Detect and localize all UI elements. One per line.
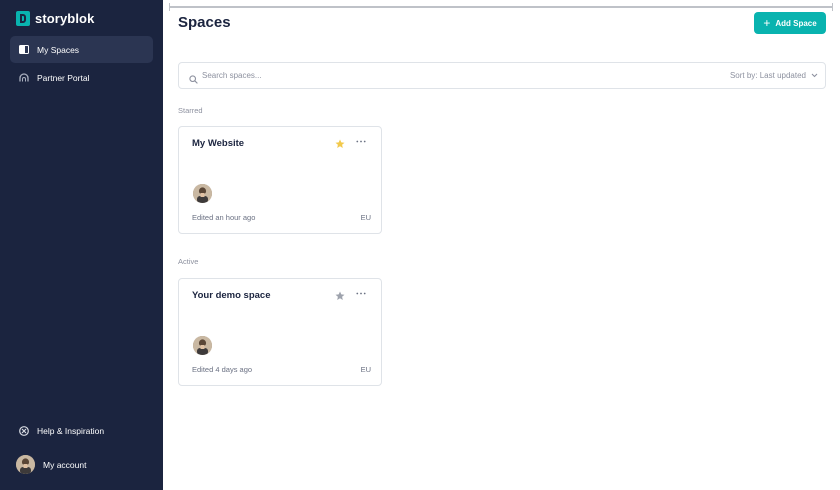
more-options-icon[interactable] bbox=[356, 136, 366, 145]
avatar bbox=[193, 184, 212, 203]
add-space-button[interactable]: + Add Space bbox=[754, 12, 826, 34]
star-icon[interactable] bbox=[335, 139, 345, 152]
space-card-region: EU bbox=[360, 365, 371, 374]
sort-dropdown[interactable]: Sort by: Last updated bbox=[730, 71, 818, 80]
space-card-title: My Website bbox=[192, 138, 245, 149]
sidebar-item-my-account[interactable]: My account bbox=[16, 455, 86, 474]
section-label-starred: Starred bbox=[178, 106, 203, 115]
more-options-icon[interactable] bbox=[356, 288, 366, 297]
space-card[interactable]: Your demo space Edited 4 days ago EU bbox=[178, 278, 382, 386]
storyblok-logo-icon bbox=[16, 10, 30, 26]
add-space-label: Add Space bbox=[775, 18, 817, 28]
space-card-edited: Edited an hour ago bbox=[192, 213, 256, 222]
sidebar-item-label: My account bbox=[43, 459, 87, 470]
search-bar: Sort by: Last updated bbox=[178, 62, 826, 89]
space-card[interactable]: My Website Edited an hour ago EU bbox=[178, 126, 382, 234]
sort-label: Sort by: Last updated bbox=[729, 71, 806, 80]
page-title: Spaces bbox=[178, 14, 231, 31]
space-card-edited: Edited 4 days ago bbox=[192, 365, 253, 374]
avatar bbox=[16, 455, 35, 474]
sidebar-item-label: My Spaces bbox=[37, 44, 80, 55]
sidebar-item-partner-portal[interactable]: Partner Portal bbox=[10, 64, 153, 91]
resize-handle[interactable] bbox=[169, 3, 833, 11]
search-input[interactable] bbox=[202, 71, 622, 80]
partner-portal-icon bbox=[19, 73, 29, 83]
sidebar-item-my-spaces[interactable]: My Spaces bbox=[10, 36, 153, 63]
sidebar-item-label: Partner Portal bbox=[37, 72, 90, 83]
spaces-icon bbox=[19, 45, 29, 55]
plus-icon: + bbox=[763, 16, 771, 30]
search-icon bbox=[189, 71, 198, 84]
space-card-title: Your demo space bbox=[192, 290, 271, 301]
avatar bbox=[193, 336, 212, 355]
space-card-region: EU bbox=[360, 213, 371, 222]
storyblok-logo[interactable]: storyblok bbox=[16, 10, 94, 26]
brand-name: storyblok bbox=[35, 10, 95, 26]
sidebar-item-help[interactable]: Help & Inspiration bbox=[19, 426, 104, 436]
sidebar: storyblok My Spaces Partner Portal Help … bbox=[0, 0, 163, 490]
section-label-active: Active bbox=[178, 257, 199, 266]
sidebar-item-label: Help & Inspiration bbox=[37, 426, 105, 436]
star-icon[interactable] bbox=[335, 291, 345, 304]
help-icon bbox=[19, 426, 29, 436]
chevron-down-icon bbox=[811, 71, 818, 80]
